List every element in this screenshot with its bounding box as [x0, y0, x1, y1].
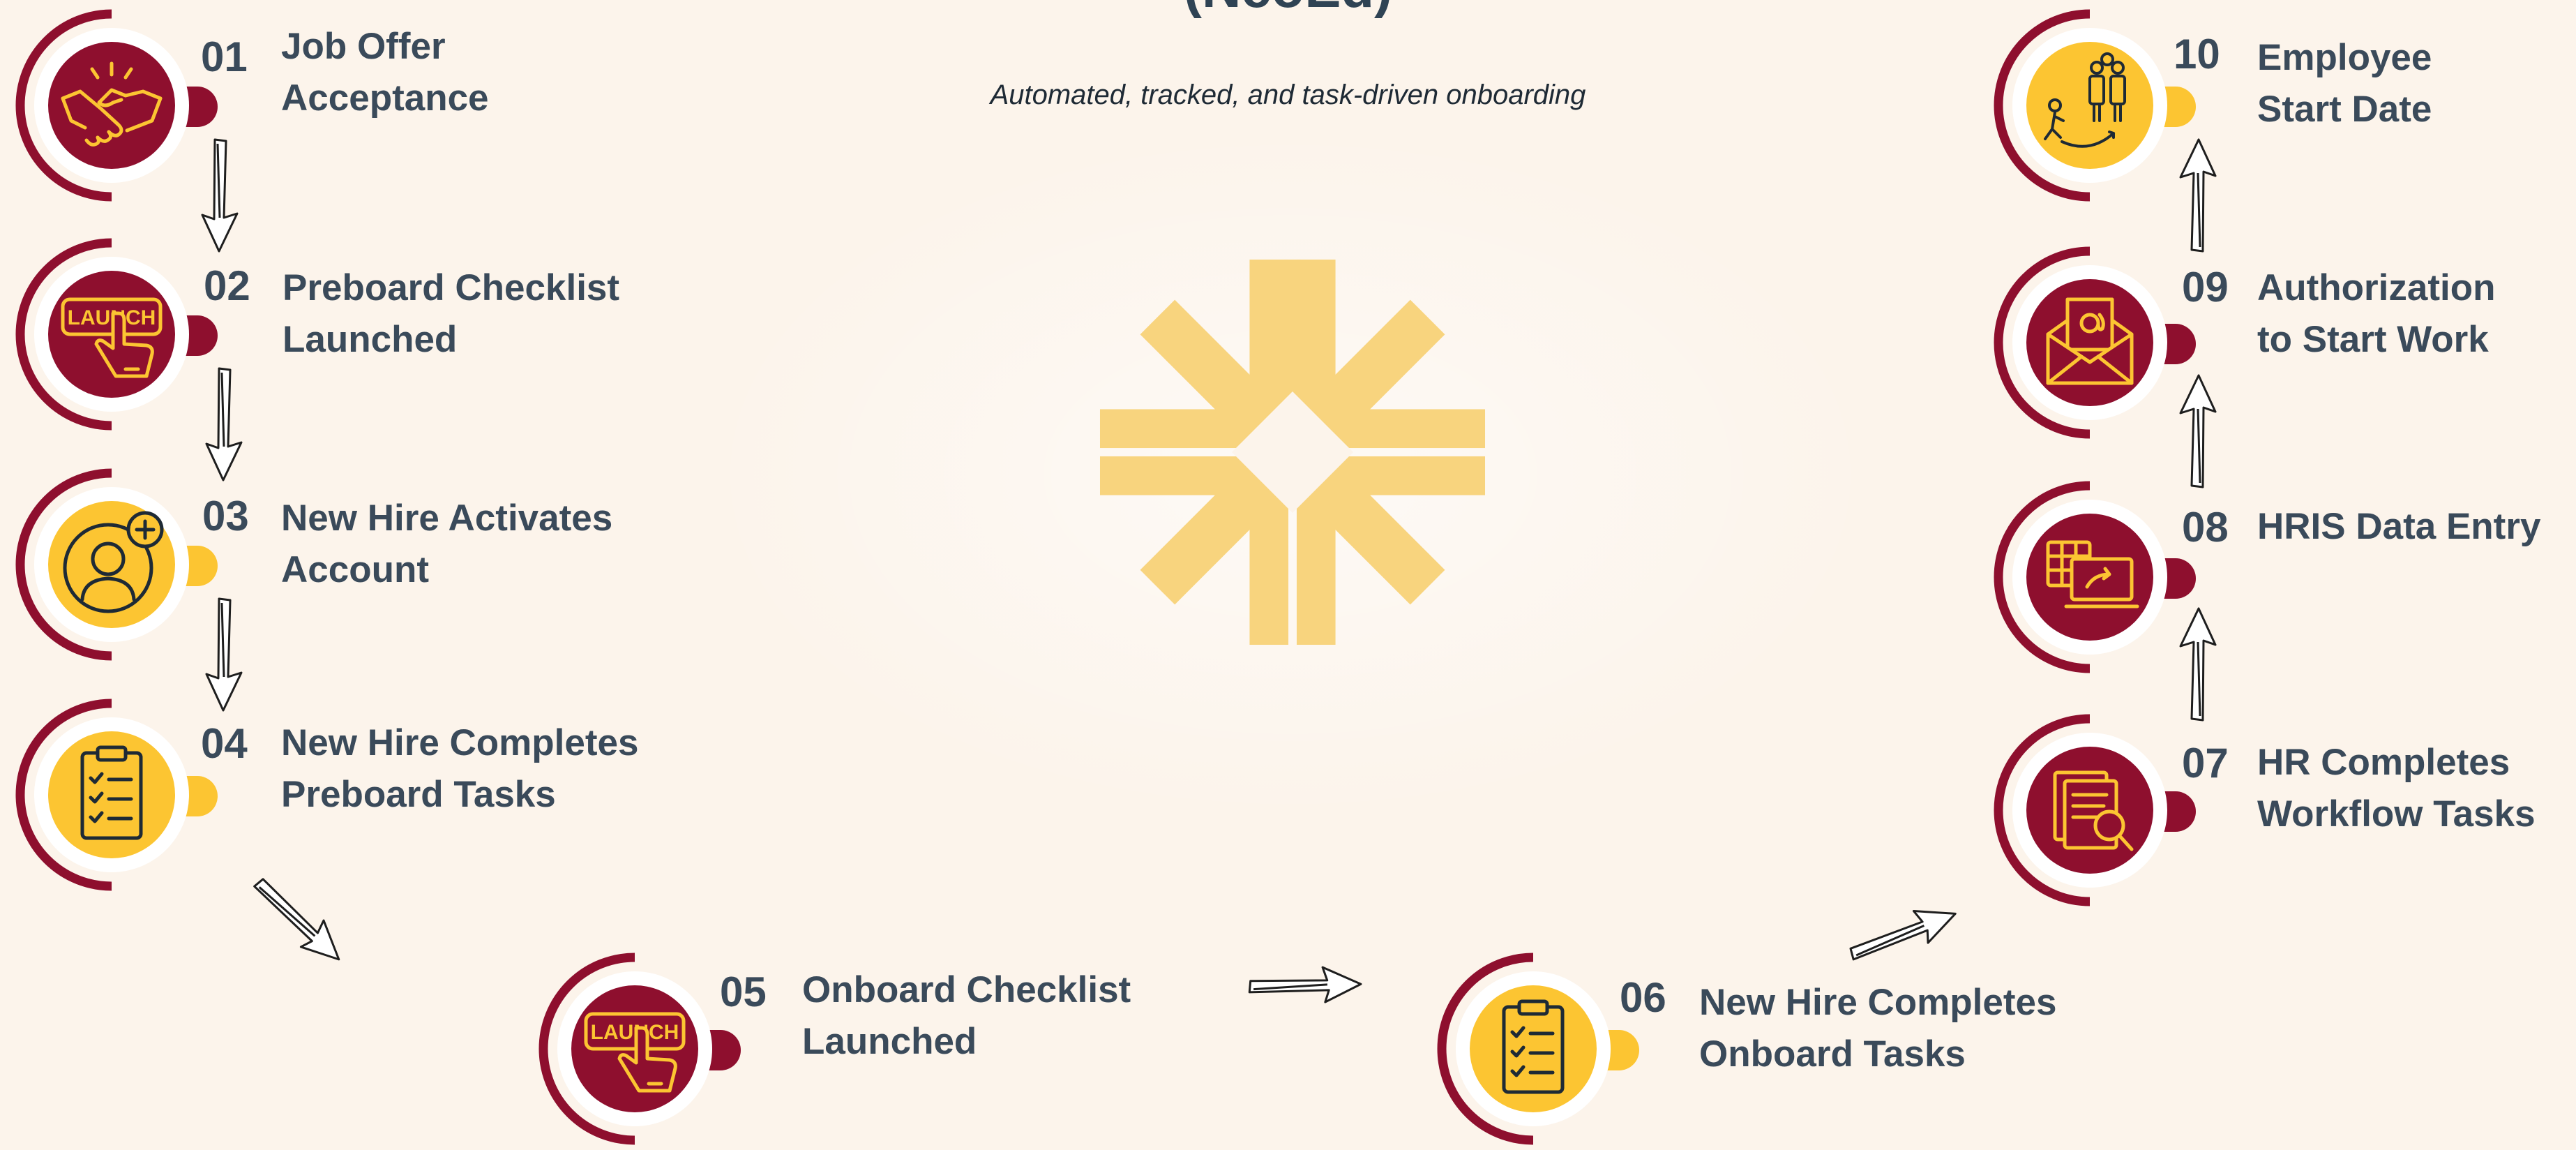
- step-badge: [7, 233, 230, 435]
- step-number: 03: [202, 493, 249, 539]
- step-03: 03 New Hire Activates Account: [7, 463, 635, 666]
- step-badge: [1429, 948, 1652, 1150]
- step-label: HR Completes Workflow Tasks: [2257, 742, 2536, 835]
- step-label: New Hire Activates Account: [281, 498, 613, 590]
- step-number: 05: [720, 969, 767, 1015]
- step-label: Job Offer Acceptance: [281, 26, 489, 119]
- arrow-03-04: [202, 596, 244, 715]
- step-label: HRIS Data Entry: [2257, 506, 2541, 547]
- step-label: Preboard Checklist Launched: [283, 267, 620, 360]
- step-badge: [7, 4, 230, 207]
- arrow-05-06: [1246, 963, 1366, 1009]
- step-label: Onboard Checklist Launched: [802, 969, 1131, 1062]
- step-04: 04 New Hire Completes Preboard Tasks: [7, 694, 670, 896]
- step-01: 01 Job Offer Acceptance: [7, 4, 537, 207]
- step-07: 07 HR Completes Workflow Tasks: [1985, 709, 2571, 911]
- step-05: 05 Onboard Checklist Launched: [530, 948, 1172, 1150]
- arrow-09-10: [2178, 135, 2220, 254]
- step-label: New Hire Completes Onboard Tasks: [1699, 982, 2057, 1075]
- step-badge: [7, 463, 230, 666]
- step-09: 09 Authorization to Start Work: [1985, 241, 2571, 444]
- arrow-07-08: [2178, 604, 2220, 723]
- step-number: 06: [1620, 974, 1666, 1021]
- step-number: 07: [2182, 740, 2229, 786]
- arrow-02-03: [202, 366, 244, 484]
- step-10: 10 Employee Start Date: [1985, 4, 2571, 207]
- step-label: New Hire Completes Preboard Tasks: [281, 722, 639, 815]
- step-number: 04: [201, 720, 248, 767]
- step-badge: [1985, 476, 2208, 678]
- arrow-01-02: [198, 137, 240, 255]
- step-number: 02: [204, 262, 250, 309]
- step-badge: [7, 694, 230, 896]
- step-06: 06 New Hire Completes Onboard Tasks: [1429, 948, 2112, 1150]
- step-number: 10: [2174, 31, 2220, 77]
- arrow-08-09: [2178, 371, 2220, 490]
- step-badge: [1985, 241, 2208, 444]
- step-label: Authorization to Start Work: [2257, 267, 2496, 360]
- step-02: 02 Preboard Checklist Launched: [7, 233, 635, 435]
- step-number: 09: [2182, 264, 2229, 311]
- step-number: 08: [2182, 504, 2229, 551]
- step-badge: [1985, 709, 2208, 911]
- company-logo-icon: [1099, 259, 1486, 645]
- step-label: Employee Start Date: [2257, 37, 2432, 130]
- step-number: 01: [201, 33, 248, 80]
- step-08: 08 HRIS Data Entry: [1985, 476, 2571, 678]
